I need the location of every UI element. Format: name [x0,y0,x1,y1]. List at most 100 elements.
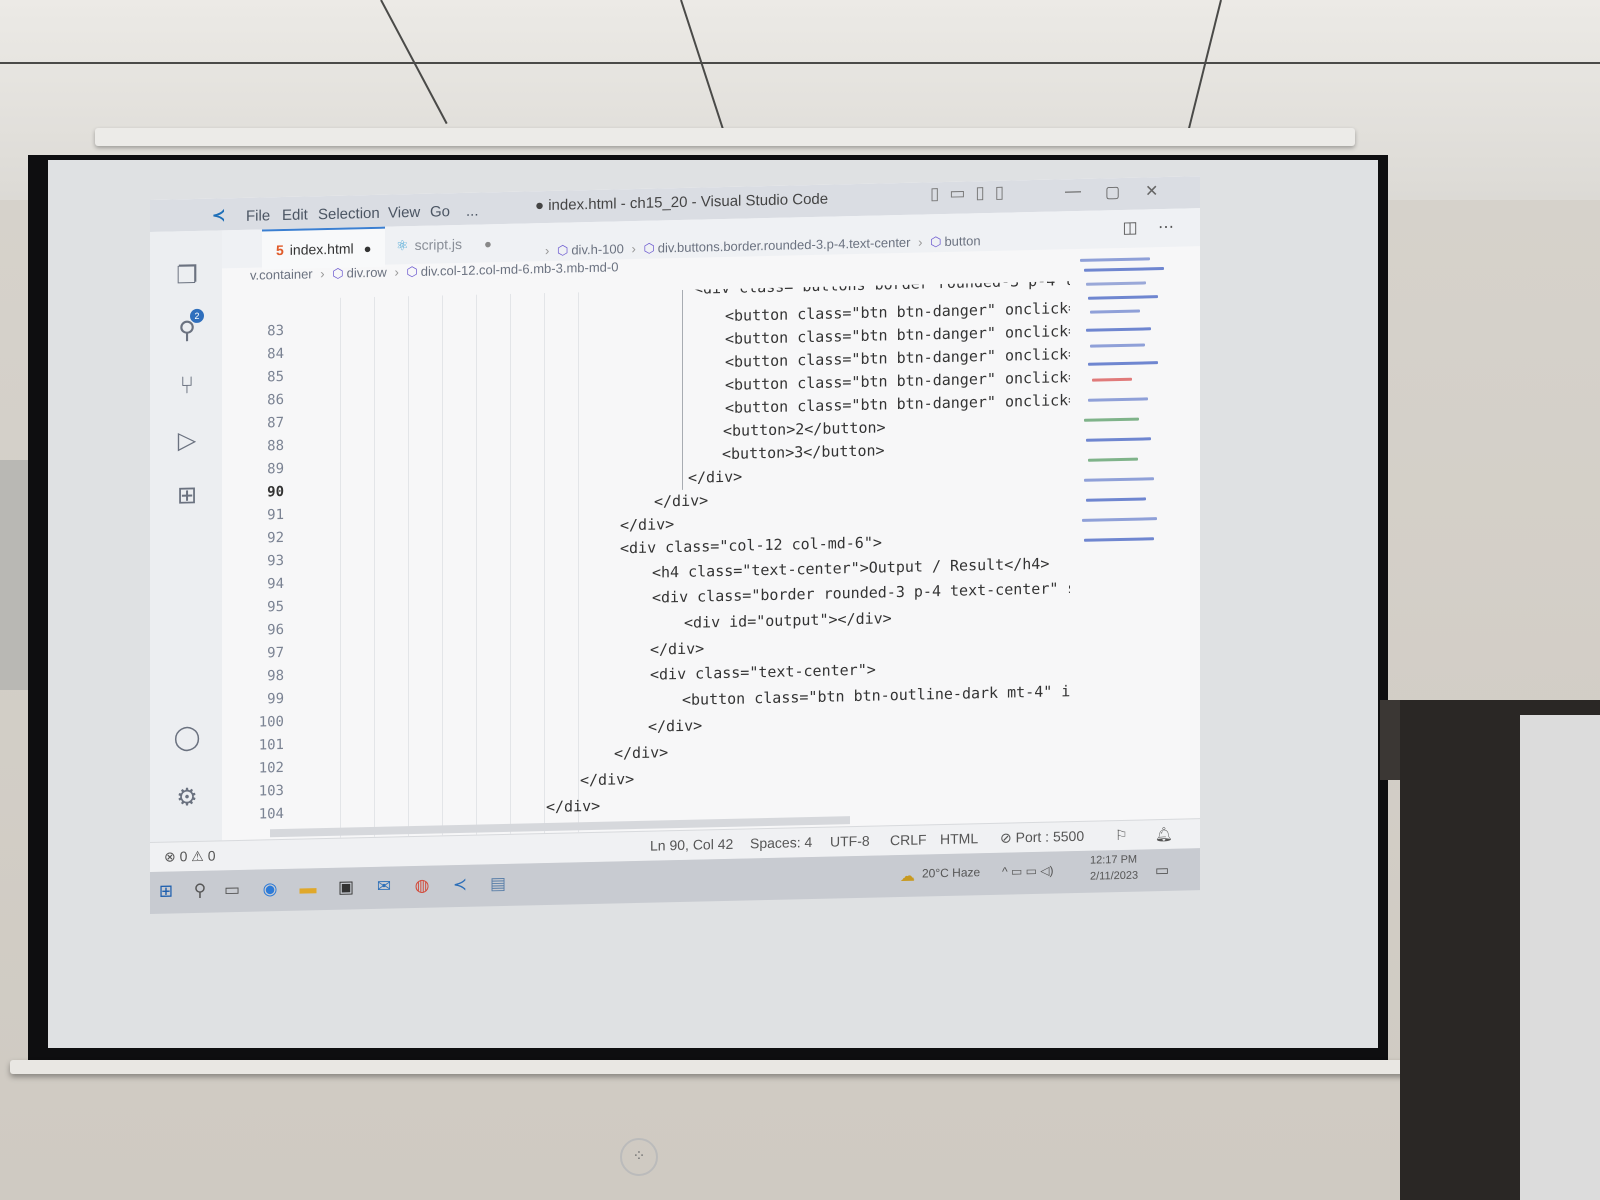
vscode-taskbar-icon[interactable]: ≺ [450,875,470,895]
weather-text[interactable]: 20°C Haze [922,865,980,880]
account-icon[interactable]: ◯ [172,723,202,754]
projector-screen-bottom-bar [10,1060,1410,1074]
line-number: 89 [267,460,284,478]
tab-label: index.html [289,240,354,258]
weather-icon[interactable]: ☁ [900,867,915,885]
minimap-line [1090,343,1145,348]
chrome-icon[interactable]: ◍ [412,876,432,896]
code-line: <div class="text-center"> [650,660,876,684]
vscode-logo-icon: ≺ [212,207,226,225]
language-mode[interactable]: HTML [940,830,978,847]
clock-date[interactable]: 2/11/2023 [1090,870,1138,883]
minimap-line [1082,517,1157,522]
minimap-line [1088,295,1158,300]
menu-selection[interactable]: Selection [318,205,380,223]
code-line: </div> [648,716,703,736]
notifications-bell-icon[interactable]: 🔔︎ [1155,826,1173,843]
menu-more[interactable]: ... [466,203,479,220]
app-taskbar-icon[interactable]: ▤ [488,874,508,894]
minimap-line [1086,497,1146,502]
action-center-icon[interactable]: ▭ [1155,861,1169,879]
store-icon[interactable]: ▣ [336,877,356,897]
line-number: 84 [267,345,284,363]
breadcrumb-item[interactable]: div.row [347,265,387,281]
line-number: 88 [267,437,284,455]
problems-indicator[interactable]: ⊗ 0 ⚠ 0 [164,848,216,866]
minimize-icon[interactable]: — [1065,183,1081,201]
task-view-icon[interactable]: ▭ [222,880,242,900]
menu-file[interactable]: File [246,207,270,225]
run-debug-icon[interactable]: ▷ [172,426,202,457]
minimap-line [1092,377,1132,382]
line-ending[interactable]: CRLF [890,831,927,848]
live-server-port[interactable]: ⊘ Port : 5500 [1000,828,1084,847]
line-number: 98 [267,667,284,685]
clock-time[interactable]: 12:17 PM [1090,854,1137,867]
minimap-line [1086,327,1151,332]
encoding[interactable]: UTF-8 [830,833,870,850]
code-line: </div> [620,515,675,535]
source-control-icon[interactable]: ⑂ [172,371,202,402]
minimap[interactable] [1080,247,1175,579]
menu-edit[interactable]: Edit [282,206,308,224]
minimap-line [1080,257,1150,262]
unsaved-dot-icon[interactable]: ● [484,225,492,263]
ceiling-grid-line [0,62,1600,64]
code-line: <button class="btn btn-danger" onclick="… [725,295,1070,325]
tab-script-js[interactable]: ⚛ script.js ● [382,224,506,265]
code-line: <h4 class="text-center">Output / Result<… [652,554,1050,582]
element-icon: ⬡ [930,234,942,250]
minimap-line [1090,309,1140,314]
layout-toggle-icons[interactable]: ▯▭▯▯ [930,182,1014,204]
edge-browser-icon[interactable]: ◉ [260,879,280,899]
activity-bar: ❐ 2 ⚲ ⑂ ▷ ⊞ ◯ ⚙ [150,230,222,848]
menu-view[interactable]: View [388,204,420,222]
line-number: 85 [267,368,284,386]
cursor-position[interactable]: Ln 90, Col 42 [650,836,733,854]
breadcrumb-item[interactable]: div.col-12.col-md-6.mb-3.mb-md-0 [421,259,619,278]
minimap-line [1084,417,1139,422]
unsaved-dot-icon[interactable]: ● [364,230,372,268]
line-number: 87 [267,414,284,432]
element-icon: ⬡ [556,242,569,258]
line-number: 96 [267,621,284,639]
element-icon: ⬡ [643,240,655,256]
mail-icon[interactable]: ✉ [374,876,394,896]
line-number: 97 [267,644,284,662]
floor-marker-icon: ⁘ [620,1138,658,1176]
code-line-current: </div> [688,467,743,487]
tray-icons[interactable]: ^ ▭ ▭ ◁) [1002,863,1054,878]
windows-start-icon[interactable]: ⊞ [156,881,176,901]
search-icon[interactable]: ⚲ [190,881,210,901]
code-line: <button>2</button> [723,418,886,440]
line-number: 101 [258,736,284,754]
indentation[interactable]: Spaces: 4 [750,834,812,851]
window-title: ● index.html - ch15_20 - Visual Studio C… [535,190,829,215]
file-explorer-icon[interactable]: ▬ [298,878,318,898]
minimap-line [1084,266,1164,272]
indent-guide [476,294,477,835]
settings-gear-icon[interactable]: ⚙ [172,783,202,814]
breadcrumb-item[interactable]: div.h-100 [571,241,624,257]
extensions-icon[interactable]: ⊞ [172,481,202,512]
maximize-icon[interactable]: ▢ [1105,182,1120,202]
close-icon[interactable]: ✕ [1145,181,1158,201]
code-editor[interactable]: <div class="buttons border rounded-3 p-4… [310,281,1070,838]
breadcrumb-item[interactable]: v.container [250,266,313,282]
line-number: 100 [258,713,284,731]
explorer-icon[interactable]: ❐ [172,261,202,292]
line-number: 95 [267,598,284,616]
tab-index-html[interactable]: 5 index.html ● [262,226,386,270]
element-icon: ⬡ [406,263,418,280]
split-editor-icon[interactable]: ◫ ⋯ [1122,217,1182,238]
menu-go[interactable]: Go [430,203,450,220]
code-line: <button class="btn btn-outline-dark mt-4… [682,678,1070,709]
line-number [222,299,284,300]
minimap-line [1088,361,1158,366]
breadcrumb-item[interactable]: button [944,233,980,249]
code-line: </div> [650,639,705,659]
code-line: <div class="buttons border rounded-3 p-4… [694,281,1070,298]
search-icon[interactable]: ⚲ [172,316,202,347]
feedback-icon[interactable]: ⚐ [1115,827,1128,844]
indent-guide [578,292,579,833]
